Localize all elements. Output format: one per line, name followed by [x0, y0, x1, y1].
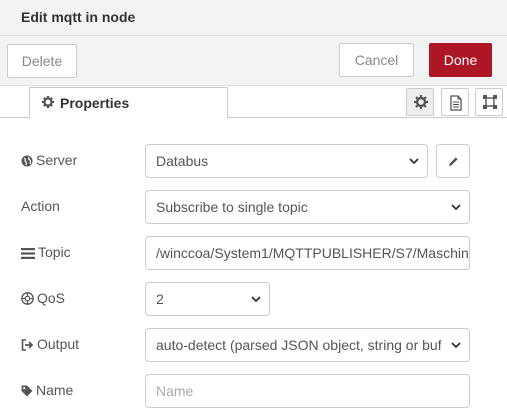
tab-description-icon-button[interactable] [441, 88, 469, 116]
tasks-icon [21, 248, 35, 259]
qos-row: QoS 2 [0, 282, 507, 316]
tab-properties[interactable]: Properties [29, 87, 228, 119]
file-text-icon [450, 95, 462, 111]
name-input[interactable]: Name [145, 374, 470, 408]
globe-icon [21, 155, 33, 167]
chevron-down-icon [409, 158, 419, 165]
topic-input[interactable]: /winccoa/System1/MQTTPUBLISHER/S7/Maschi… [145, 236, 470, 270]
gear-icon [414, 95, 428, 109]
tab-appearance-icon-button[interactable] [475, 88, 503, 116]
dialog-header: Edit mqtt in node [0, 0, 507, 36]
output-select[interactable]: auto-detect (parsed JSON object, string … [145, 328, 470, 362]
action-row: Action Subscribe to single topic [0, 190, 507, 224]
name-label: Name [21, 382, 73, 398]
server-label: Server [21, 152, 77, 168]
edit-server-button[interactable] [436, 144, 470, 178]
output-label: Output [21, 336, 79, 352]
action-select[interactable]: Subscribe to single topic [145, 190, 470, 224]
qos-select[interactable]: 2 [145, 282, 270, 316]
topic-label: Topic [21, 244, 71, 260]
dialog-title: Edit mqtt in node [21, 9, 136, 25]
server-select[interactable]: Databus [145, 144, 428, 178]
chevron-down-icon [251, 296, 261, 303]
chevron-down-icon [451, 342, 461, 349]
delete-button[interactable]: Delete [7, 44, 77, 78]
output-row: Output auto-detect (parsed JSON object, … [0, 328, 507, 362]
frame-icon [483, 95, 497, 109]
chevron-down-icon [451, 204, 461, 211]
topic-row: Topic /winccoa/System1/MQTTPUBLISHER/S7/… [0, 236, 507, 270]
tab-bar: Properties [0, 86, 507, 119]
gear-icon [42, 96, 54, 108]
tag-icon [21, 385, 33, 397]
name-row: Name Name [0, 374, 507, 408]
dialog-button-bar: Delete Cancel Done [0, 36, 507, 86]
sign-out-icon [21, 339, 34, 351]
tab-settings-icon-button[interactable] [406, 88, 434, 116]
cancel-button[interactable]: Cancel [339, 43, 414, 77]
action-label: Action [21, 198, 60, 214]
pencil-icon [449, 157, 458, 166]
server-row: Server Databus [0, 144, 507, 178]
empire-icon [21, 292, 34, 305]
tab-properties-label: Properties [60, 95, 130, 111]
qos-label: QoS [21, 290, 65, 306]
done-button[interactable]: Done [429, 43, 492, 77]
